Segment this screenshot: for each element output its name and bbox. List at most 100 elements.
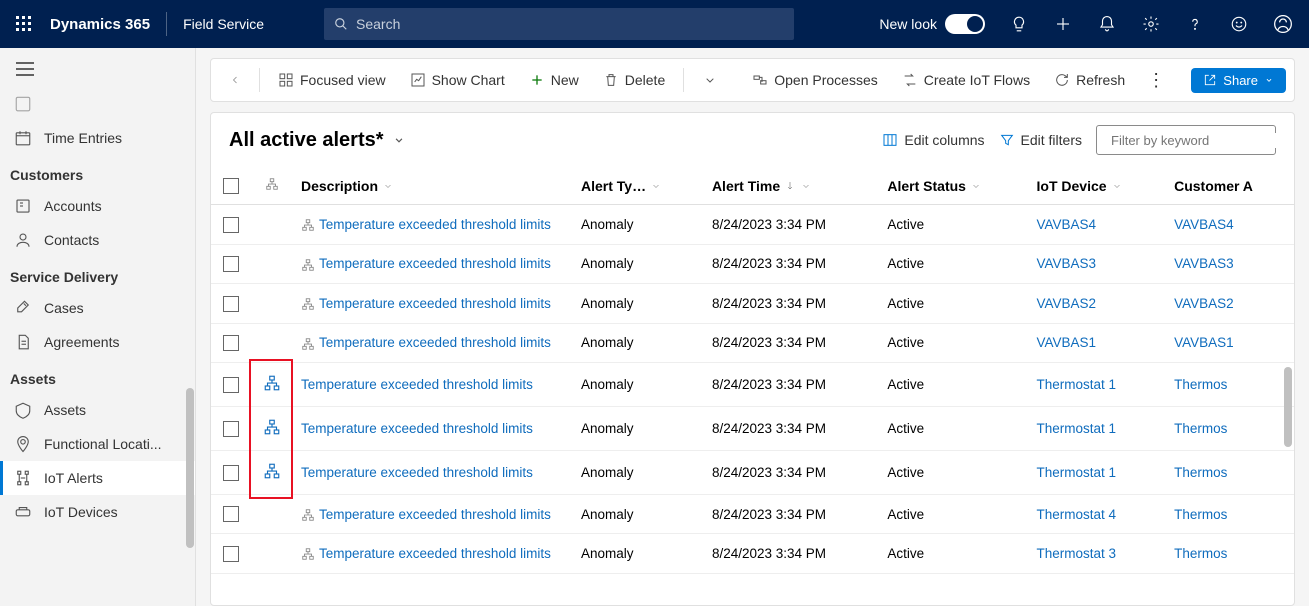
sidebar-item-accounts[interactable]: Accounts — [0, 189, 195, 223]
device-link[interactable]: Thermostat 1 — [1037, 377, 1117, 392]
sidebar-item-iot-alerts[interactable]: IoT Alerts — [0, 461, 195, 495]
bell-icon[interactable] — [1089, 0, 1125, 48]
device-link[interactable]: Thermostat 1 — [1037, 421, 1117, 436]
toggle-switch[interactable] — [945, 14, 985, 34]
customer-link[interactable]: Thermos — [1174, 377, 1227, 392]
delete-button[interactable]: Delete — [593, 66, 675, 94]
sidebar-item-assets[interactable]: Assets — [0, 393, 195, 427]
hierarchy-icon[interactable] — [263, 418, 281, 436]
smiley-icon[interactable] — [1221, 0, 1257, 48]
row-checkbox[interactable] — [223, 546, 239, 562]
new-look-toggle[interactable]: New look — [879, 14, 985, 34]
description-link[interactable]: Temperature exceeded threshold limits — [319, 217, 551, 232]
plus-icon[interactable] — [1045, 0, 1081, 48]
device-link[interactable]: Thermostat 4 — [1037, 507, 1117, 522]
refresh-button[interactable]: Refresh — [1044, 66, 1135, 94]
row-checkbox[interactable] — [223, 296, 239, 312]
sidebar-scrollbar[interactable] — [185, 98, 195, 606]
customer-link[interactable]: Thermos — [1174, 421, 1227, 436]
grid-scrollbar-thumb[interactable] — [1284, 367, 1292, 447]
hamburger-icon[interactable] — [0, 56, 195, 87]
help-icon[interactable] — [1177, 0, 1213, 48]
hierarchy-icon[interactable] — [301, 508, 315, 522]
device-link[interactable]: Thermostat 3 — [1037, 546, 1117, 561]
customer-link[interactable]: VAVBAS2 — [1174, 296, 1234, 311]
row-checkbox[interactable] — [223, 256, 239, 272]
device-link[interactable]: Thermostat 1 — [1037, 465, 1117, 480]
sidebar-item-functional-locations[interactable]: Functional Locati... — [0, 427, 195, 461]
user-profile-icon[interactable] — [1265, 0, 1301, 48]
sidebar-item-iot-devices[interactable]: IoT Devices — [0, 495, 195, 529]
description-link[interactable]: Temperature exceeded threshold limits — [319, 296, 551, 311]
description-link[interactable]: Temperature exceeded threshold limits — [301, 421, 533, 436]
customer-link[interactable]: VAVBAS3 — [1174, 256, 1234, 271]
column-header-alert-status[interactable]: Alert Status — [879, 167, 1028, 205]
column-select-all[interactable] — [211, 167, 251, 205]
hierarchy-icon[interactable] — [301, 258, 315, 272]
back-button[interactable] — [219, 66, 251, 94]
table-row[interactable]: Temperature exceeded threshold limitsAno… — [211, 534, 1294, 573]
new-button[interactable]: New — [519, 66, 589, 94]
customer-link[interactable]: Thermos — [1174, 507, 1227, 522]
gear-icon[interactable] — [1133, 0, 1169, 48]
description-link[interactable]: Temperature exceeded threshold limits — [319, 335, 551, 350]
description-link[interactable]: Temperature exceeded threshold limits — [319, 546, 551, 561]
delete-dropdown[interactable] — [692, 66, 728, 94]
table-row[interactable]: Temperature exceeded threshold limitsAno… — [211, 323, 1294, 362]
customer-link[interactable]: Thermos — [1174, 546, 1227, 561]
focused-view-button[interactable]: Focused view — [268, 66, 396, 94]
column-header-alert-type[interactable]: Alert Ty… — [573, 167, 704, 205]
lightbulb-icon[interactable] — [1001, 0, 1037, 48]
table-row[interactable]: Temperature exceeded threshold limitsAno… — [211, 363, 1294, 407]
sidebar-item-time-entries[interactable]: Time Entries — [0, 121, 195, 155]
checkbox[interactable] — [223, 178, 239, 194]
search-input[interactable] — [356, 16, 784, 32]
sidebar-item-truncated[interactable] — [0, 87, 195, 121]
keyword-filter-input[interactable] — [1111, 133, 1287, 148]
description-link[interactable]: Temperature exceeded threshold limits — [319, 256, 551, 271]
hierarchy-icon[interactable] — [301, 218, 315, 232]
sidebar-item-agreements[interactable]: Agreements — [0, 325, 195, 359]
app-launcher-icon[interactable] — [8, 8, 40, 40]
edit-columns-button[interactable]: Edit columns — [882, 132, 984, 148]
sidebar-item-cases[interactable]: Cases — [0, 291, 195, 325]
hierarchy-icon[interactable] — [301, 547, 315, 561]
hierarchy-icon[interactable] — [301, 337, 315, 351]
device-link[interactable]: VAVBAS2 — [1037, 296, 1097, 311]
customer-link[interactable]: Thermos — [1174, 465, 1227, 480]
keyword-filter[interactable] — [1096, 125, 1276, 155]
table-row[interactable]: Temperature exceeded threshold limitsAno… — [211, 451, 1294, 495]
column-header-customer[interactable]: Customer A — [1166, 167, 1294, 205]
row-checkbox[interactable] — [223, 217, 239, 233]
create-iot-flows-button[interactable]: Create IoT Flows — [892, 66, 1040, 94]
device-link[interactable]: VAVBAS3 — [1037, 256, 1097, 271]
row-checkbox[interactable] — [223, 335, 239, 351]
open-processes-button[interactable]: Open Processes — [742, 66, 888, 94]
table-row[interactable]: Temperature exceeded threshold limitsAno… — [211, 407, 1294, 451]
table-row[interactable]: Temperature exceeded threshold limitsAno… — [211, 284, 1294, 323]
column-header-description[interactable]: Description — [293, 167, 573, 205]
more-commands-button[interactable]: ⋮ — [1139, 66, 1173, 95]
column-header-iot-device[interactable]: IoT Device — [1029, 167, 1167, 205]
column-header-alert-time[interactable]: Alert Time — [704, 167, 879, 205]
view-selector[interactable]: All active alerts* — [229, 129, 406, 152]
global-search[interactable] — [324, 8, 794, 40]
hierarchy-icon[interactable] — [263, 374, 281, 392]
hierarchy-icon[interactable] — [301, 297, 315, 311]
row-checkbox[interactable] — [223, 506, 239, 522]
row-checkbox[interactable] — [223, 421, 239, 437]
show-chart-button[interactable]: Show Chart — [400, 66, 515, 94]
table-row[interactable]: Temperature exceeded threshold limitsAno… — [211, 244, 1294, 283]
description-link[interactable]: Temperature exceeded threshold limits — [301, 377, 533, 392]
hierarchy-icon[interactable] — [263, 462, 281, 480]
sidebar-scrollbar-thumb[interactable] — [186, 388, 194, 548]
column-hierarchy[interactable] — [251, 167, 293, 205]
description-link[interactable]: Temperature exceeded threshold limits — [319, 507, 551, 522]
customer-link[interactable]: VAVBAS4 — [1174, 217, 1234, 232]
row-checkbox[interactable] — [223, 465, 239, 481]
table-row[interactable]: Temperature exceeded threshold limitsAno… — [211, 495, 1294, 534]
table-row[interactable]: Temperature exceeded threshold limitsAno… — [211, 205, 1294, 244]
customer-link[interactable]: VAVBAS1 — [1174, 335, 1234, 350]
device-link[interactable]: VAVBAS4 — [1037, 217, 1097, 232]
description-link[interactable]: Temperature exceeded threshold limits — [301, 465, 533, 480]
